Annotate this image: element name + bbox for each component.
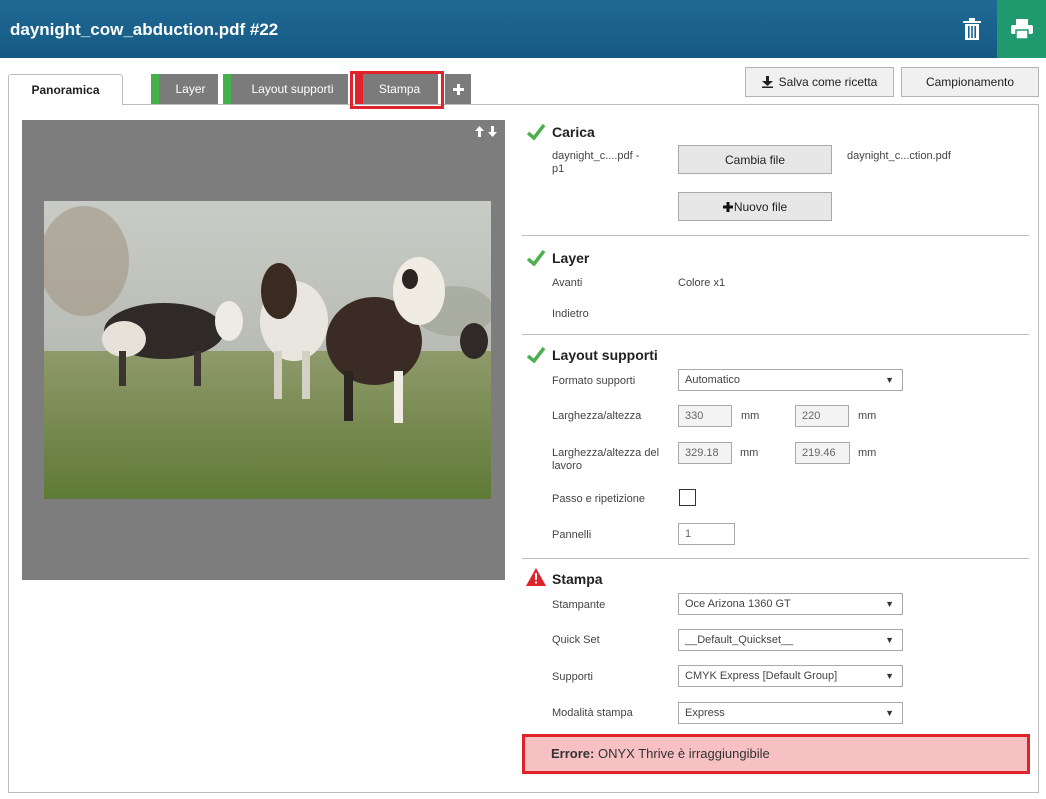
delete-button[interactable] (950, 0, 994, 58)
step-repeat-checkbox[interactable] (679, 489, 696, 506)
tab-layout-supporti[interactable]: Layout supporti (223, 74, 348, 104)
trash-icon (963, 18, 981, 40)
print-button[interactable] (997, 0, 1046, 58)
divider (522, 235, 1029, 236)
check-icon (526, 346, 546, 364)
height-input[interactable]: 220 (795, 405, 849, 427)
job-height-input[interactable]: 219.46 (795, 442, 850, 464)
quickset-value: __Default_Quickset__ (685, 634, 794, 646)
section-title-carica: Carica (552, 124, 595, 140)
format-label: Formato supporti (552, 375, 636, 387)
job-height-unit: mm (858, 447, 877, 459)
file-name: daynight_c...ction.pdf (847, 150, 951, 162)
panels-input[interactable]: 1 (678, 523, 735, 545)
warning-icon (526, 568, 546, 586)
plus-icon (452, 83, 464, 95)
chevron-down-icon: ▼ (885, 599, 894, 609)
height-unit: mm (858, 410, 877, 422)
new-file-button[interactable]: Nuovo file (678, 192, 832, 221)
arrow-down-icon[interactable] (488, 126, 497, 137)
chevron-down-icon: ▼ (885, 708, 894, 718)
check-icon (526, 123, 546, 141)
back-label: Indietro (552, 308, 589, 320)
format-select[interactable]: Automatico ▼ (678, 369, 903, 391)
error-text: Errore: ONYX Thrive è irraggiungibile (551, 746, 770, 761)
size-label: Larghezza/altezza (552, 410, 642, 422)
change-file-button[interactable]: Cambia file (678, 145, 832, 174)
tab-label: Layer (175, 82, 206, 96)
media-label: Supporti (552, 671, 593, 683)
chevron-down-icon: ▼ (885, 671, 894, 681)
arrow-up-icon[interactable] (475, 126, 484, 137)
reorder-arrows[interactable] (475, 126, 497, 137)
panels-label: Pannelli (552, 529, 592, 541)
format-value: Automatico (685, 374, 741, 386)
divider (522, 334, 1029, 335)
width-unit: mm (741, 410, 760, 422)
chevron-down-icon: ▼ (885, 635, 894, 645)
printer-icon (1010, 19, 1033, 39)
width-input[interactable]: 330 (678, 405, 732, 427)
chevron-down-icon: ▼ (885, 375, 894, 385)
printer-label: Stampante (552, 599, 606, 611)
section-title-stampa: Stampa (552, 571, 603, 587)
quickset-select[interactable]: __Default_Quickset__ ▼ (678, 629, 903, 651)
plus-icon (722, 201, 733, 212)
save-recipe-label: Salva come ricetta (778, 75, 878, 89)
error-message: ONYX Thrive è irraggiungibile (594, 746, 770, 761)
preview-image (44, 201, 491, 499)
job-title: daynight_cow_abduction.pdf #22 (10, 20, 279, 39)
divider (522, 558, 1029, 559)
print-mode-label: Modalità stampa (552, 707, 633, 719)
media-value: CMYK Express [Default Group] (685, 670, 838, 682)
print-mode-value: Express (685, 707, 725, 719)
status-stripe (223, 74, 231, 104)
printer-select[interactable]: Oce Arizona 1360 GT ▼ (678, 593, 903, 615)
stampa-tab-highlight (350, 71, 444, 109)
media-select[interactable]: CMYK Express [Default Group] ▼ (678, 665, 903, 687)
new-file-label: Nuovo file (733, 199, 788, 214)
tab-layer[interactable]: Layer (151, 74, 218, 104)
download-icon (761, 76, 773, 88)
print-mode-select[interactable]: Express ▼ (678, 702, 903, 724)
quickset-label: Quick Set (552, 634, 600, 646)
job-size-label: Larghezza/altezza del lavoro (552, 447, 660, 472)
front-value: Colore x1 (678, 277, 726, 289)
sampling-button[interactable]: Campionamento (901, 67, 1039, 97)
app-header: daynight_cow_abduction.pdf #22 (0, 0, 1046, 58)
section-title-layout: Layout supporti (552, 347, 658, 363)
job-width-input[interactable]: 329.18 (678, 442, 732, 464)
error-prefix: Errore: (551, 746, 595, 761)
status-stripe (151, 74, 159, 104)
printer-value: Oce Arizona 1360 GT (685, 598, 791, 610)
file-page-label: daynight_c....pdf - p1 (552, 150, 640, 175)
check-icon (526, 249, 546, 267)
add-tab-button[interactable] (445, 74, 471, 104)
front-label: Avanti (552, 277, 583, 289)
step-repeat-label: Passo e ripetizione (552, 493, 645, 505)
tab-label: Layout supporti (251, 82, 334, 96)
tab-panoramica[interactable]: Panoramica (8, 74, 123, 105)
section-title-layer: Layer (552, 250, 590, 266)
error-banner: Errore: ONYX Thrive è irraggiungibile (522, 734, 1030, 774)
job-width-unit: mm (740, 447, 759, 459)
save-recipe-button[interactable]: Salva come ricetta (745, 67, 894, 97)
